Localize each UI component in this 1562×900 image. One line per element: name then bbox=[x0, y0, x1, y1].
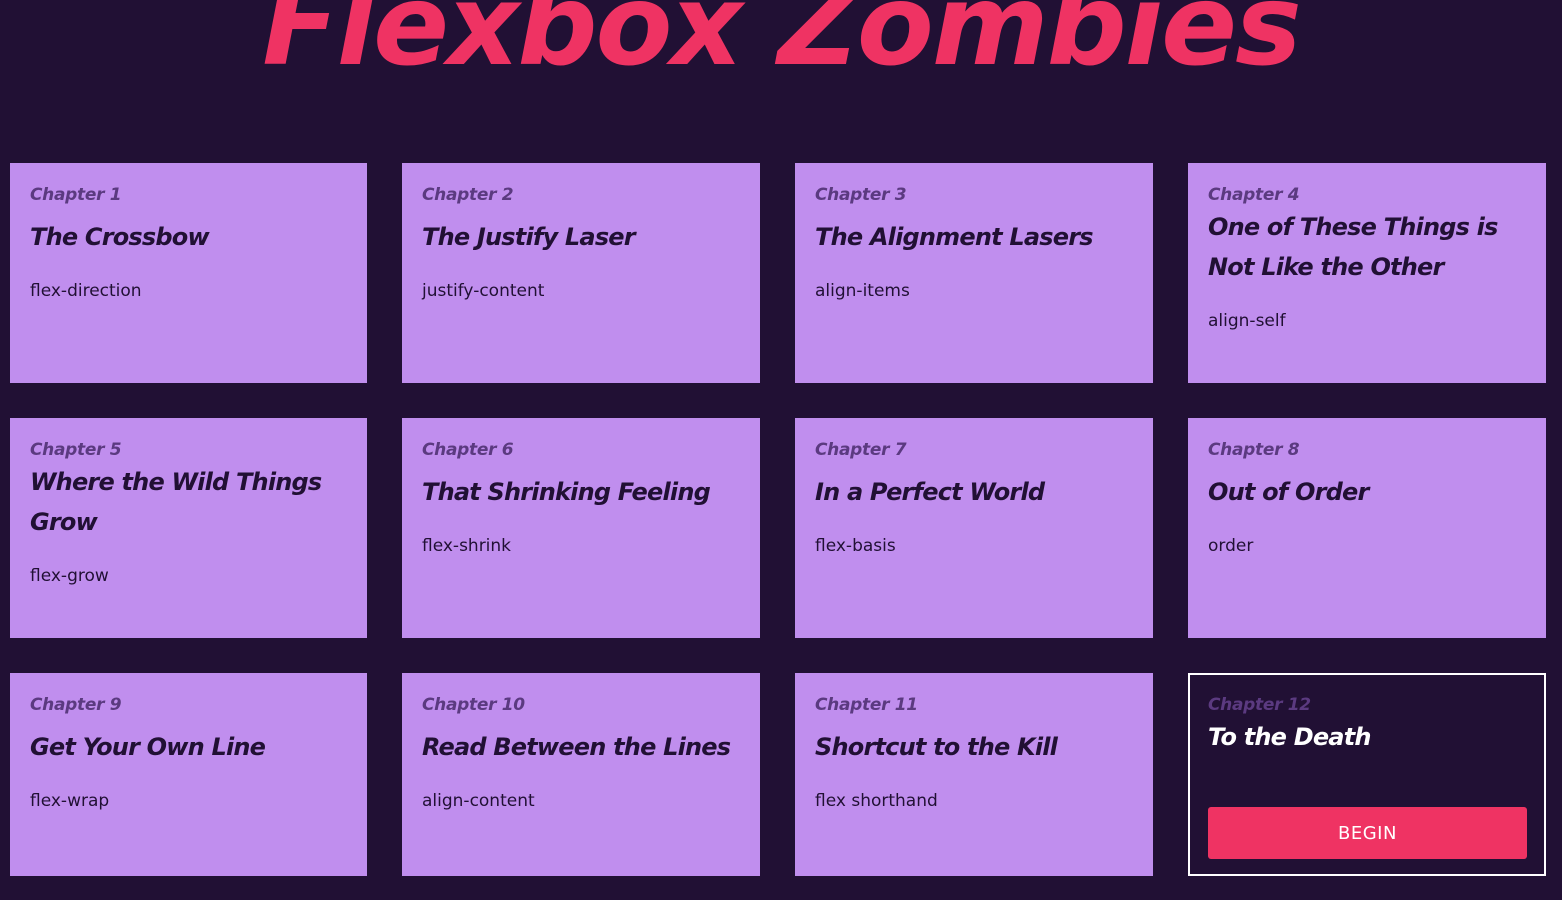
chapter-number: Chapter 1 bbox=[30, 185, 122, 205]
chapter-number: Chapter 6 bbox=[422, 440, 514, 460]
chapter-card-7[interactable]: Chapter 7 In a Perfect World flex-basis bbox=[795, 418, 1153, 638]
chapter-number: Chapter 7 bbox=[815, 440, 907, 460]
chapter-concept: flex-shrink bbox=[422, 536, 512, 556]
chapter-concept: align-content bbox=[422, 791, 535, 811]
chapter-concept: flex-wrap bbox=[30, 791, 110, 811]
chapter-title: Out of Order bbox=[1208, 478, 1369, 506]
chapter-title: In a Perfect World bbox=[815, 478, 1045, 506]
chapter-card-2[interactable]: Chapter 2 The Justify Laser justify-cont… bbox=[402, 163, 760, 383]
begin-button[interactable]: BEGIN bbox=[1208, 807, 1527, 859]
chapter-card-8[interactable]: Chapter 8 Out of Order order bbox=[1188, 418, 1546, 638]
chapter-number: Chapter 3 bbox=[815, 185, 907, 205]
chapter-title: Read Between the Lines bbox=[422, 733, 731, 761]
chapter-number: Chapter 4 bbox=[1208, 185, 1300, 205]
chapter-card-1[interactable]: Chapter 1 The Crossbow flex-direction bbox=[10, 163, 367, 383]
chapter-card-9[interactable]: Chapter 9 Get Your Own Line flex-wrap bbox=[10, 673, 367, 876]
site-title: Flexbox Zombies bbox=[262, 0, 1302, 91]
chapter-concept: flex shorthand bbox=[815, 791, 938, 811]
chapter-title: The Justify Laser bbox=[422, 223, 636, 251]
chapter-concept: order bbox=[1208, 536, 1254, 556]
chapter-card-10[interactable]: Chapter 10 Read Between the Lines align-… bbox=[402, 673, 760, 876]
chapter-concept: flex-grow bbox=[30, 566, 109, 586]
chapter-card-5[interactable]: Chapter 5 Where the Wild Things Grow fle… bbox=[10, 418, 367, 638]
chapter-number: Chapter 9 bbox=[30, 695, 122, 715]
chapter-number: Chapter 10 bbox=[422, 695, 525, 715]
chapter-number: Chapter 2 bbox=[422, 185, 514, 205]
chapter-number: Chapter 12 bbox=[1208, 695, 1311, 715]
chapter-card-12-selected[interactable]: Chapter 12 To the Death BEGIN bbox=[1188, 673, 1546, 876]
chapter-title: One of These Things is Not Like the Othe… bbox=[1208, 213, 1498, 281]
chapter-card-6[interactable]: Chapter 6 That Shrinking Feeling flex-sh… bbox=[402, 418, 760, 638]
chapter-title: The Crossbow bbox=[30, 223, 210, 251]
chapter-concept: justify-content bbox=[422, 281, 545, 301]
chapter-concept: align-self bbox=[1208, 311, 1286, 331]
chapter-number: Chapter 8 bbox=[1208, 440, 1300, 460]
chapter-card-3[interactable]: Chapter 3 The Alignment Lasers align-ite… bbox=[795, 163, 1153, 383]
chapter-title: Get Your Own Line bbox=[30, 733, 266, 761]
chapter-title: To the Death bbox=[1208, 723, 1371, 751]
chapter-grid: Chapter 1 The Crossbow flex-direction Ch… bbox=[10, 163, 1546, 876]
chapter-number: Chapter 11 bbox=[815, 695, 918, 715]
chapter-number: Chapter 5 bbox=[30, 440, 122, 460]
chapter-title: The Alignment Lasers bbox=[815, 223, 1094, 251]
chapter-concept: align-items bbox=[815, 281, 910, 301]
chapter-title: That Shrinking Feeling bbox=[422, 478, 711, 506]
chapter-concept: flex-basis bbox=[815, 536, 896, 556]
chapter-title: Shortcut to the Kill bbox=[815, 733, 1058, 761]
chapter-card-4[interactable]: Chapter 4 One of These Things is Not Lik… bbox=[1188, 163, 1546, 383]
chapter-card-11[interactable]: Chapter 11 Shortcut to the Kill flex sho… bbox=[795, 673, 1153, 876]
chapter-title: Where the Wild Things Grow bbox=[30, 468, 322, 536]
chapter-concept: flex-direction bbox=[30, 281, 142, 301]
